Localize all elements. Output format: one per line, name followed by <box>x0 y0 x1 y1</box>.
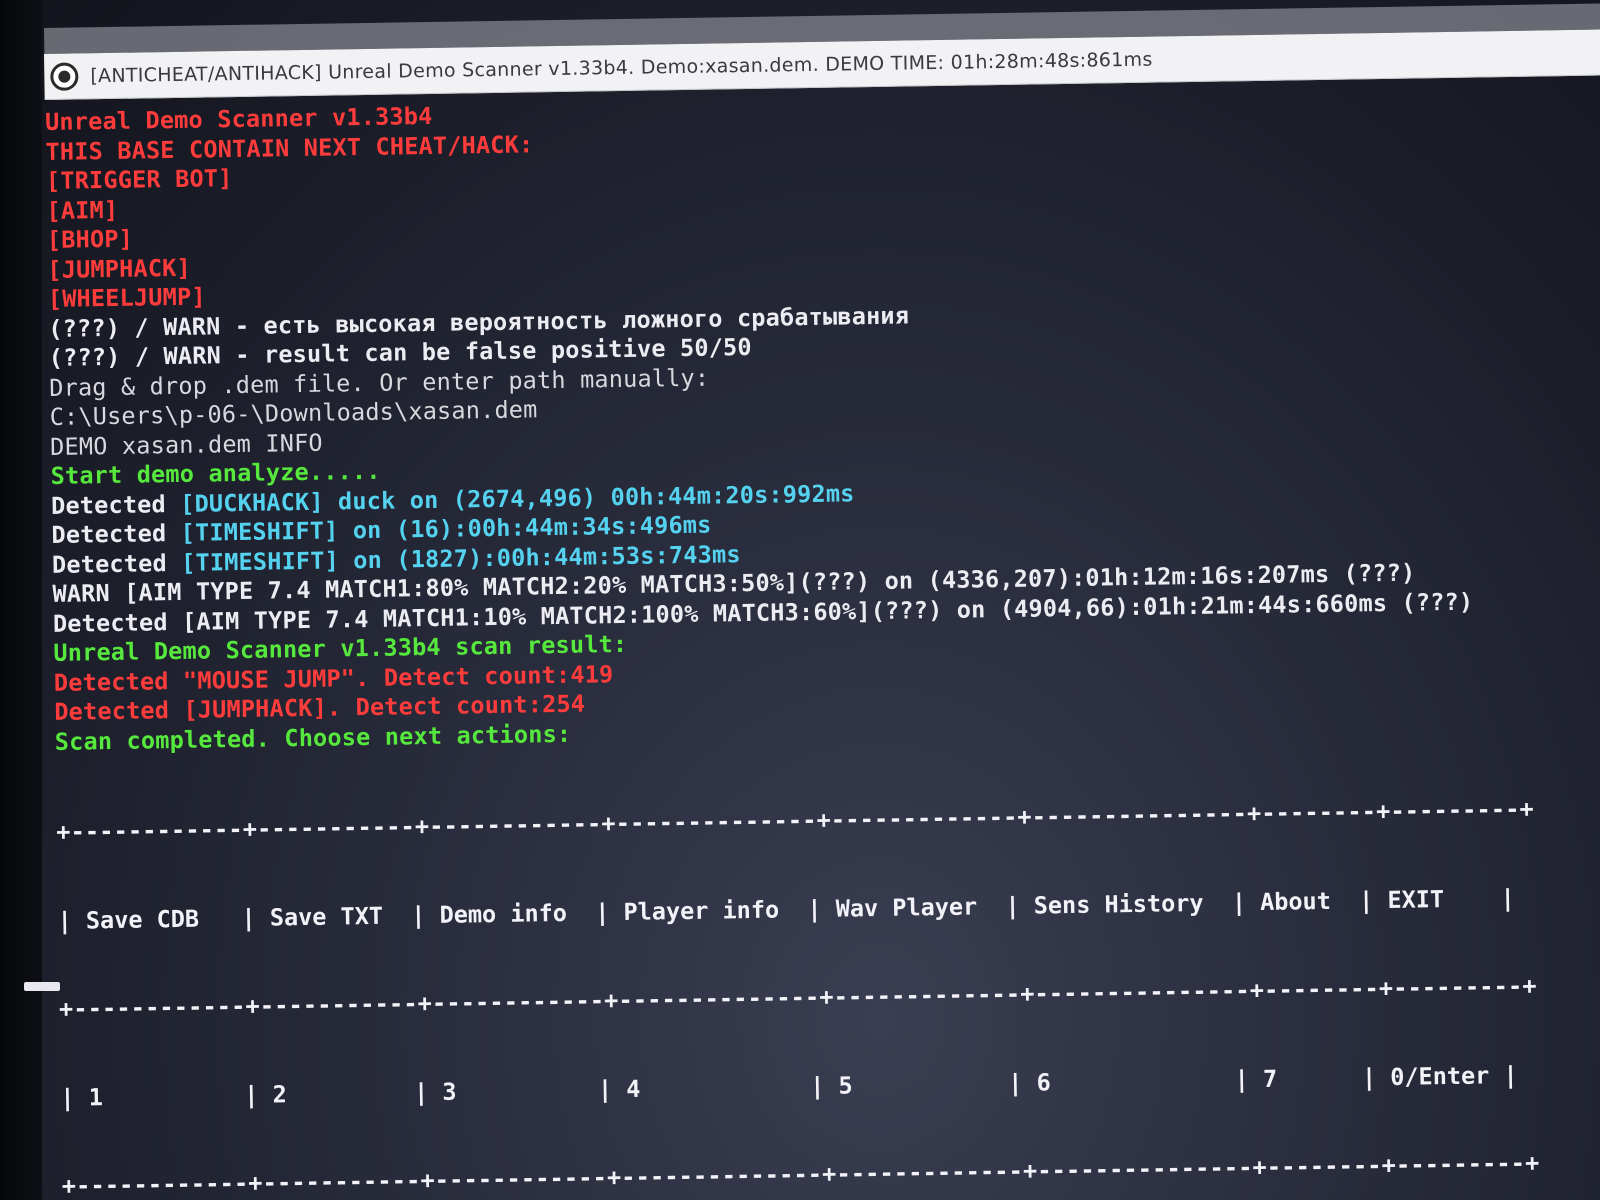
console-window[interactable]: [ANTICHEAT/ANTIHACK] Unreal Demo Scanner… <box>44 29 1600 1200</box>
menu-border-top: +------------+-----------+------------+-… <box>56 794 1535 846</box>
menu-item-wav-player[interactable]: Wav Player <box>835 892 977 922</box>
menu-key-wav-player[interactable]: 5 <box>838 1071 853 1099</box>
console-output: Unreal Demo Scanner v1.33b4 THIS BASE CO… <box>45 75 1600 1200</box>
detection-label: Detected <box>50 489 181 520</box>
app-icon <box>50 61 79 91</box>
menu-item-save-txt[interactable]: Save TXT <box>270 901 384 931</box>
menu-key-row: | 1 | 2 | 3 | 4 | 5 | 6 | 7 | 0/Enter | <box>60 1060 1518 1112</box>
detection-label: Detected <box>51 548 182 579</box>
window-title: [ANTICHEAT/ANTIHACK] Unreal Demo Scanner… <box>90 48 1153 87</box>
menu-key-save-txt[interactable]: 2 <box>272 1080 287 1108</box>
menu-key-sens-history[interactable]: 6 <box>1036 1068 1051 1096</box>
cursor-mark <box>24 982 60 991</box>
monitor-screen: [ANTICHEAT/ANTIHACK] Unreal Demo Scanner… <box>0 0 1600 1200</box>
menu-border-bottom: +------------+-----------+------------+-… <box>61 1148 1540 1200</box>
menu-key-demo-info[interactable]: 3 <box>442 1077 457 1105</box>
menu-key-save-cdb[interactable]: 1 <box>88 1083 103 1111</box>
menu-item-demo-info[interactable]: Demo info <box>439 898 567 928</box>
menu-key-exit[interactable]: 0/Enter <box>1390 1061 1489 1091</box>
menu-key-player-info[interactable]: 4 <box>626 1074 641 1102</box>
menu-item-player-info[interactable]: Player info <box>623 895 779 925</box>
menu-label-row: | Save CDB | Save TXT | Demo info | Play… <box>57 883 1515 935</box>
action-menu-table: +------------+-----------+------------+-… <box>55 734 1600 1200</box>
detection-label: Detected <box>51 518 181 549</box>
menu-item-save-cdb[interactable]: Save CDB <box>86 904 200 934</box>
menu-key-about[interactable]: 7 <box>1263 1064 1278 1092</box>
menu-item-sens-history[interactable]: Sens History <box>1034 888 1204 919</box>
menu-border-middle: +------------+-----------+------------+-… <box>58 971 1537 1023</box>
menu-item-about[interactable]: About <box>1260 886 1331 915</box>
menu-item-exit[interactable]: EXIT <box>1387 885 1444 914</box>
monitor-bezel <box>0 0 42 1200</box>
